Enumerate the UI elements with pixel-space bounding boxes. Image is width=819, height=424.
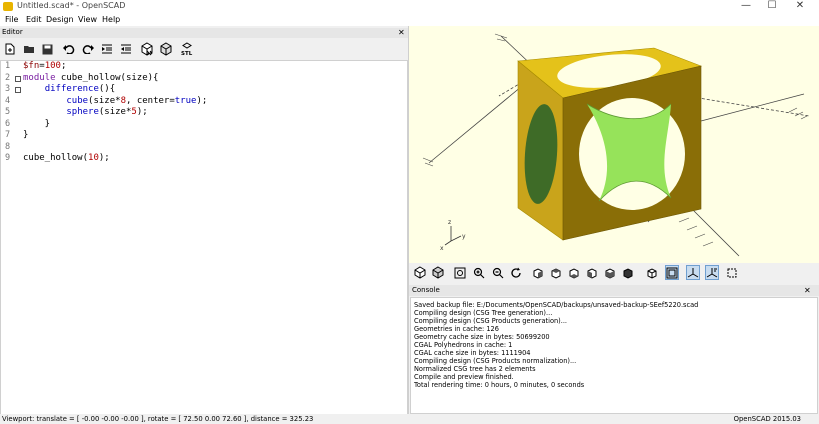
console-line: CGAL Polyhedrons in cache: 1 [414, 341, 513, 349]
view-top-icon[interactable] [549, 265, 563, 280]
show-scale-markers-icon[interactable] [705, 265, 719, 280]
zoom-out-icon[interactable] [491, 265, 505, 280]
menu-help[interactable]: Help [102, 15, 120, 24]
line-gutter: 1 2 3 4 5 6 7 8 9 [1, 61, 21, 414]
view-all-icon[interactable] [453, 265, 467, 280]
console-line: Compiling design (CSG Products generatio… [414, 317, 568, 325]
redo-icon[interactable] [81, 42, 95, 56]
view-diagonal-icon[interactable] [645, 265, 659, 280]
console-line: Compile and preview finished. [414, 373, 514, 381]
export-stl-icon[interactable]: STL [180, 42, 194, 56]
view-back-icon[interactable] [621, 265, 635, 280]
reset-view-icon[interactable] [509, 265, 523, 280]
view-right-icon[interactable] [531, 265, 545, 280]
menu-bar: File Edit Design View Help [0, 13, 819, 26]
axis-label-x: x [440, 245, 444, 252]
line-number: 5 [5, 107, 11, 117]
menu-view[interactable]: View [78, 15, 97, 24]
line-number: 7 [5, 130, 11, 140]
title-bar: Untitled.scad* - OpenSCAD — ☐ ✕ [0, 0, 819, 13]
code-line: module cube_hollow(size){ [23, 72, 159, 83]
line-number: 2 [5, 72, 11, 83]
open-file-icon[interactable] [22, 42, 36, 56]
editor-panel: Editor ✕ STL 1 2 3 4 5 6 7 8 9 $fn=100; … [0, 26, 409, 415]
axis-label-y: y [462, 233, 466, 240]
preview-icon[interactable] [140, 42, 154, 56]
menu-design[interactable]: Design [46, 15, 74, 24]
maximize-button[interactable]: ☐ [757, 0, 787, 13]
code-line: } [23, 118, 51, 129]
view-bottom-icon[interactable] [567, 265, 581, 280]
unindent-icon[interactable] [119, 42, 133, 56]
editor-toolbar: STL [0, 39, 409, 59]
view-left-icon[interactable] [585, 265, 599, 280]
console-output[interactable]: Saved backup file: E:/Documents/OpenSCAD… [410, 297, 818, 414]
indent-icon[interactable] [100, 42, 114, 56]
console-line: Compiling design (CSG Products normaliza… [414, 357, 577, 365]
console-line: Geometry cache size in bytes: 50699200 [414, 333, 550, 341]
preview-view-icon[interactable] [413, 265, 427, 280]
line-number: 9 [5, 153, 11, 163]
menu-file[interactable]: File [5, 15, 18, 24]
undo-icon[interactable] [62, 42, 76, 56]
editor-dock-header: Editor ✕ [0, 28, 408, 38]
status-bar: Viewport: translate = [ -0.00 -0.00 -0.0… [0, 414, 819, 424]
svg-text:STL: STL [181, 51, 193, 56]
show-edges-icon[interactable] [725, 265, 739, 280]
code-line: $fn=100; [23, 61, 67, 71]
line-number: 3 [5, 84, 11, 94]
show-axes-icon[interactable] [686, 265, 700, 280]
perspective-icon[interactable] [665, 265, 679, 280]
console-title: Console [412, 286, 440, 294]
menu-edit[interactable]: Edit [26, 15, 42, 24]
console-line: Saved backup file: E:/Documents/OpenSCAD… [414, 301, 699, 309]
line-number: 8 [5, 141, 11, 152]
console-line: Geometries in cache: 126 [414, 325, 499, 333]
close-console-icon[interactable]: ✕ [804, 286, 811, 295]
console-line: Total rendering time: 0 hours, 0 minutes… [414, 381, 585, 389]
view-toolbar [409, 263, 819, 283]
console-dock-header: Console ✕ [409, 285, 819, 296]
line-number: 4 [5, 95, 11, 106]
fold-marker-icon[interactable] [15, 87, 21, 93]
axis-label-z: z [448, 219, 451, 226]
code-line: difference(){ [44, 84, 116, 94]
view-front-icon[interactable] [603, 265, 617, 280]
editor-title: Editor [2, 28, 23, 36]
code-line: cube(size*8, center=true); [66, 95, 208, 106]
code-line: } [23, 130, 29, 140]
fold-marker-icon[interactable] [15, 76, 21, 82]
line-number: 6 [5, 118, 11, 129]
console-panel: Console ✕ Saved backup file: E:/Document… [409, 285, 819, 414]
3d-viewport[interactable]: z y x [409, 26, 819, 263]
close-editor-icon[interactable]: ✕ [398, 28, 405, 37]
code-line: cube_hollow(10); [23, 153, 110, 163]
new-file-icon[interactable] [3, 42, 17, 56]
render-view-icon[interactable] [431, 265, 445, 280]
version-label: OpenSCAD 2015.03 [733, 415, 801, 423]
viewport-status: Viewport: translate = [ -0.00 -0.00 -0.0… [2, 415, 314, 423]
line-number: 1 [5, 61, 11, 71]
save-file-icon[interactable] [40, 42, 54, 56]
console-line: Normalized CSG tree has 2 elements [414, 365, 536, 373]
close-window-button[interactable]: ✕ [785, 0, 815, 13]
code-line: sphere(size*5); [66, 107, 148, 117]
window-title: Untitled.scad* - OpenSCAD [17, 1, 126, 10]
console-line: Compiling design (CSG Tree generation)..… [414, 309, 553, 317]
zoom-in-icon[interactable] [472, 265, 486, 280]
code-editor[interactable]: 1 2 3 4 5 6 7 8 9 $fn=100; module cube_h… [0, 60, 408, 415]
console-line: CGAL cache size in bytes: 1111904 [414, 349, 531, 357]
openscad-app-icon [3, 2, 13, 11]
render-icon[interactable] [159, 42, 173, 56]
